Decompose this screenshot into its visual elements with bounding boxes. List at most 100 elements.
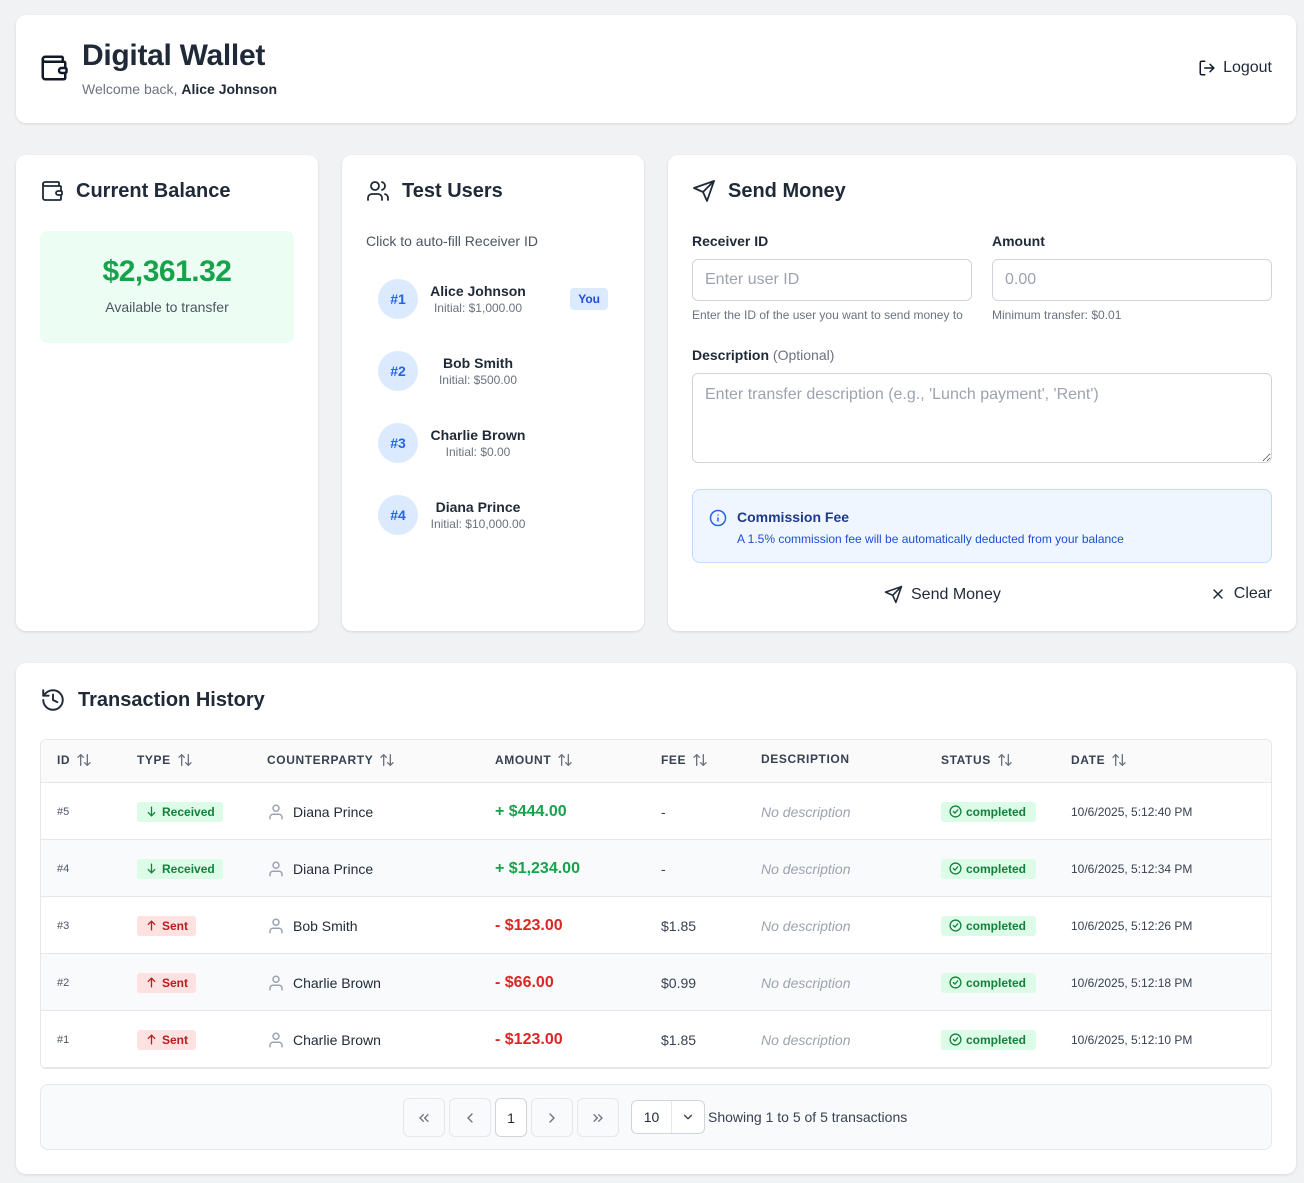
column-header-label: STATUS xyxy=(941,753,991,767)
test-users-card: Test Users Click to auto-fill Receiver I… xyxy=(342,155,644,631)
type-cell: Sent xyxy=(137,897,197,954)
type-label: Received xyxy=(162,861,215,876)
receiver-id-input[interactable] xyxy=(692,259,972,301)
column-header-fee[interactable]: FEE xyxy=(661,752,708,768)
receiver-id-label: Receiver ID xyxy=(692,233,769,249)
welcome-prefix: Welcome back, xyxy=(82,81,178,97)
chevron-left-icon xyxy=(462,1110,478,1126)
status-cell: completed xyxy=(941,897,1037,954)
counterparty-cell: Diana Prince xyxy=(267,840,373,897)
balance-card: Current Balance $2,361.32 Available to t… xyxy=(16,155,318,631)
column-header-status[interactable]: STATUS xyxy=(941,752,1013,768)
users-icon xyxy=(366,179,390,203)
type-label: Sent xyxy=(162,975,189,990)
transaction-id: #4 xyxy=(57,862,70,875)
page-size-select[interactable]: 10 xyxy=(631,1100,705,1134)
type-label: Sent xyxy=(162,1032,189,1047)
user-info: Diana Prince Initial: $10,000.00 xyxy=(430,499,526,531)
column-header-counterparty[interactable]: COUNTERPARTY xyxy=(267,752,395,768)
transaction-amount: - $123.00 xyxy=(495,1030,563,1048)
paper-plane-icon xyxy=(884,585,903,604)
column-header-type[interactable]: TYPE xyxy=(137,752,193,768)
status-cell: completed xyxy=(941,954,1037,1011)
description-label: Description (Optional) xyxy=(692,347,834,363)
logout-button[interactable]: Logout xyxy=(1198,59,1272,77)
commission-fee-text: A 1.5% commission fee will be automatica… xyxy=(737,532,1124,546)
sort-arrows-icon xyxy=(1111,752,1127,768)
type-cell: Received xyxy=(137,840,223,897)
balance-subtitle: Available to transfer xyxy=(105,299,229,315)
counterparty-name: Diana Prince xyxy=(293,803,374,820)
counterparty-cell: Charlie Brown xyxy=(267,954,381,1011)
send-money-title-text: Send Money xyxy=(728,179,846,202)
check-circle-icon xyxy=(949,862,962,875)
transaction-description: No description xyxy=(761,974,851,991)
column-header-label: COUNTERPARTY xyxy=(267,753,374,767)
table-header: ID TYPE COUNTERPARTY AMOUNT FEE DESCRIPT… xyxy=(41,740,1271,783)
sort-arrows-icon xyxy=(379,752,395,768)
amount-input[interactable] xyxy=(992,259,1272,301)
user-initial-balance: Initial: $0.00 xyxy=(445,445,511,459)
test-user-item[interactable]: #4 Diana Prince Initial: $10,000.00 xyxy=(366,487,620,543)
wallet-icon xyxy=(40,179,64,203)
table-row: #3 Sent Bob Smith - $123.00 $1.85 No des… xyxy=(41,897,1271,954)
test-users-title: Test Users xyxy=(366,179,503,203)
counterparty-name: Charlie Brown xyxy=(293,1031,381,1048)
arrow-down-icon xyxy=(145,805,158,818)
status-cell: completed xyxy=(941,783,1037,840)
counterparty-cell: Diana Prince xyxy=(267,783,373,840)
test-user-item[interactable]: #2 Bob Smith Initial: $500.00 xyxy=(366,343,620,399)
test-user-item[interactable]: #1 Alice Johnson Initial: $1,000.00 You xyxy=(366,271,620,327)
arrow-down-icon xyxy=(145,862,158,875)
transaction-description: No description xyxy=(761,917,851,934)
transaction-description: No description xyxy=(761,803,851,820)
transaction-description: No description xyxy=(761,860,851,877)
column-header-id[interactable]: ID xyxy=(57,752,92,768)
last-page-button[interactable] xyxy=(577,1098,619,1137)
user-icon xyxy=(267,803,285,821)
column-header-date[interactable]: DATE xyxy=(1071,752,1127,768)
description-label-text: Description xyxy=(692,347,770,363)
sort-arrows-icon xyxy=(177,752,193,768)
type-label: Sent xyxy=(162,918,189,933)
transaction-fee: - xyxy=(661,860,666,877)
transaction-amount: + $444.00 xyxy=(495,802,567,820)
column-header-description: DESCRIPTION xyxy=(761,752,850,766)
transaction-date: 10/6/2025, 5:12:18 PM xyxy=(1071,975,1193,990)
description-textarea[interactable] xyxy=(692,373,1272,463)
status-cell: completed xyxy=(941,840,1037,897)
transaction-date: 10/6/2025, 5:12:34 PM xyxy=(1071,861,1193,876)
logout-label: Logout xyxy=(1223,59,1272,76)
current-user-name: Alice Johnson xyxy=(181,81,278,97)
user-info: Bob Smith Initial: $500.00 xyxy=(430,355,526,387)
first-page-button[interactable] xyxy=(403,1098,445,1137)
sort-arrows-icon xyxy=(557,752,573,768)
user-icon xyxy=(267,974,285,992)
user-icon xyxy=(267,917,285,935)
send-money-label: Send Money xyxy=(911,585,1001,603)
column-header-amount[interactable]: AMOUNT xyxy=(495,752,573,768)
logout-icon xyxy=(1198,59,1216,77)
pagination-summary: Showing 1 to 5 of 5 transactions xyxy=(708,1109,908,1125)
status-label: completed xyxy=(966,918,1027,933)
transaction-amount: - $123.00 xyxy=(495,916,563,934)
transaction-history-card: Transaction History ID TYPE COUNTERPARTY… xyxy=(16,663,1296,1174)
clear-button[interactable]: Clear xyxy=(1210,585,1272,603)
app-header: Digital Wallet Welcome back, Alice Johns… xyxy=(16,15,1296,123)
arrow-up-icon xyxy=(145,1033,158,1046)
close-icon xyxy=(1210,586,1226,602)
transaction-fee: $0.99 xyxy=(661,974,697,991)
table-row: #5 Received Diana Prince + $444.00 - No … xyxy=(41,783,1271,840)
page-button-current[interactable]: 1 xyxy=(495,1098,527,1137)
send-money-button[interactable]: Send Money xyxy=(884,585,1001,604)
test-user-item[interactable]: #3 Charlie Brown Initial: $0.00 xyxy=(366,415,620,471)
transaction-history-title: Transaction History xyxy=(40,687,265,713)
transaction-id: #1 xyxy=(57,1033,70,1046)
previous-page-button[interactable] xyxy=(449,1098,491,1137)
transaction-amount: + $1,234.00 xyxy=(495,859,580,877)
next-page-button[interactable] xyxy=(531,1098,573,1137)
user-name: Diana Prince xyxy=(435,499,521,515)
balance-title-text: Current Balance xyxy=(76,179,231,202)
user-name: Bob Smith xyxy=(443,355,513,371)
counterparty-name: Bob Smith xyxy=(293,917,358,934)
